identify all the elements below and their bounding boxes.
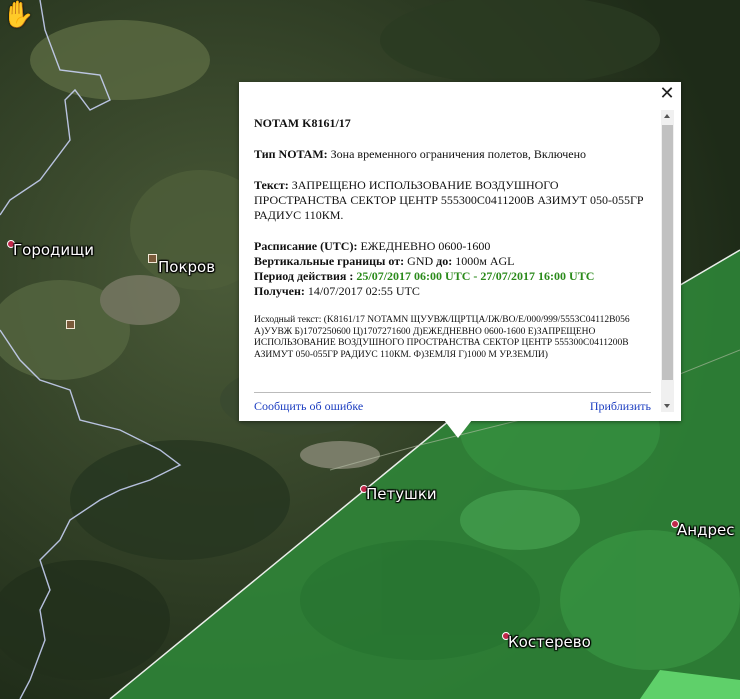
- town-label-gorodishchi[interactable]: Городищи: [13, 241, 94, 259]
- vertical-label: Вертикальные границы от:: [254, 254, 405, 268]
- town-label-petushki[interactable]: Петушки: [366, 485, 437, 503]
- notam-popup: ✕ NOTAM K8161/17 Тип NOTAM: Зона временн…: [239, 82, 681, 421]
- close-icon[interactable]: ✕: [659, 85, 675, 103]
- type-label: Тип NOTAM:: [254, 147, 328, 161]
- type-value: Зона временного ограничения полетов, Вкл…: [330, 147, 587, 161]
- divider: [254, 392, 651, 393]
- notam-title: NOTAM K8161/17: [254, 116, 351, 130]
- received-label: Получен:: [254, 284, 305, 298]
- schedule-label: Расписание (UTC):: [254, 239, 358, 253]
- town-label-pokrov[interactable]: Покров: [158, 258, 215, 276]
- poi-icon: [66, 320, 75, 329]
- raw-text: Исходный текст: (K8161/17 NOTAMN ЩУУВЖ/Щ…: [254, 315, 630, 360]
- popup-pointer: [444, 420, 472, 438]
- vertical-from: GND: [407, 254, 434, 268]
- zoom-in-link[interactable]: Приблизить: [590, 399, 651, 414]
- notam-content: NOTAM K8161/17 Тип NOTAM: Зона временног…: [254, 116, 649, 361]
- vertical-to-label: до:: [436, 254, 453, 268]
- scroll-up-icon[interactable]: [661, 110, 674, 122]
- town-label-kosterevo[interactable]: Костерево: [508, 633, 591, 651]
- period-label: Период действия :: [254, 269, 354, 283]
- popup-scrollbar[interactable]: [661, 110, 674, 412]
- hand-cursor-icon: ✋: [2, 0, 35, 30]
- scroll-down-icon[interactable]: [661, 400, 674, 412]
- text-label: Текст:: [254, 178, 289, 192]
- vertical-to: 1000м AGL: [455, 254, 515, 268]
- scroll-thumb[interactable]: [662, 125, 673, 380]
- town-label-andreevo[interactable]: Андрес: [677, 521, 734, 539]
- period-value: 25/07/2017 06:00 UTC - 27/07/2017 16:00 …: [356, 269, 595, 283]
- schedule-value: ЕЖЕДНЕВНО 0600-1600: [360, 239, 491, 253]
- poi-icon: [148, 254, 157, 263]
- received-value: 14/07/2017 02:55 UTC: [307, 284, 420, 298]
- text-value: ЗАПРЕЩЕНО ИСПОЛЬЗОВАНИЕ ВОЗДУШНОГО ПРОСТ…: [254, 178, 644, 222]
- report-error-link[interactable]: Сообщить об ошибке: [254, 399, 363, 414]
